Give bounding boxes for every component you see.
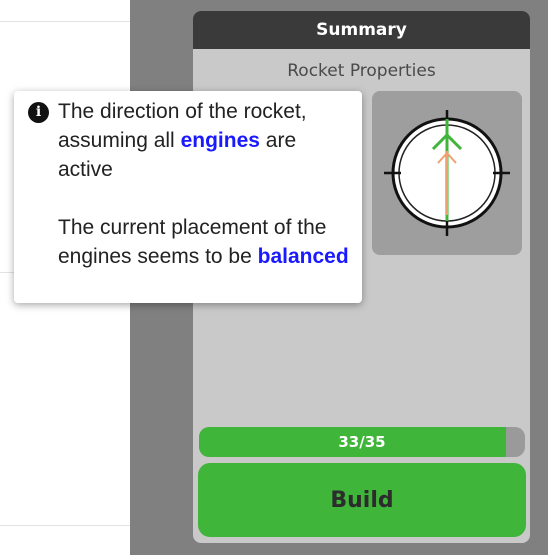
panel-title: Summary [193,11,530,49]
info-icon: i [28,102,49,123]
panel-subtitle: Rocket Properties [287,61,436,81]
divider [0,525,130,526]
info-tooltip: i The direction of the rocket, assuming … [14,91,362,303]
progress-label: 33/35 [338,433,386,451]
tooltip-highlight-engines: engines [180,129,260,152]
build-button[interactable]: Build [198,463,526,537]
tooltip-highlight-balanced: balanced [257,245,349,268]
divider [0,21,130,22]
tooltip-paragraph-balance: The current placement of the engines see… [58,213,354,271]
direction-indicator [372,91,522,255]
compass-icon [384,110,510,236]
tooltip-paragraph-direction: The direction of the rocket, assuming al… [58,97,354,184]
progress-bar: 33/35 [199,427,525,457]
